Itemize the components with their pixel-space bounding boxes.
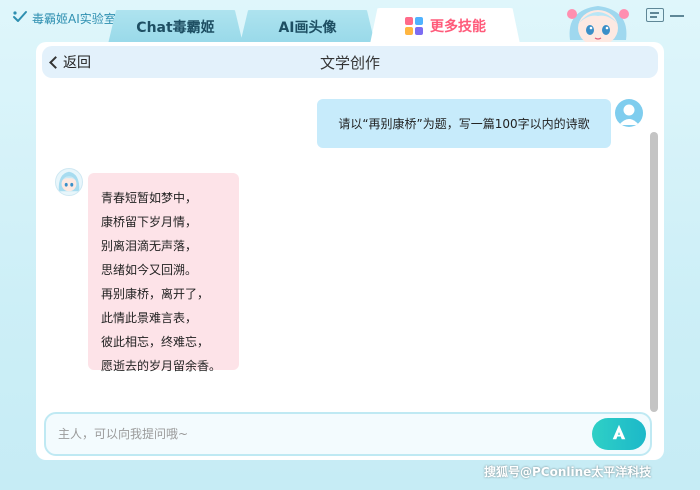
page-title: 文学创作 (319, 53, 380, 72)
tab-chat-label: Chat毒霸姬 (136, 20, 215, 36)
chat-input-box (44, 412, 652, 456)
poem-line: 思绪如今又回溯。 (101, 263, 198, 277)
back-button[interactable]: 返回 (48, 51, 91, 73)
top-bar: 毒霸姬AI实验室 Chat毒霸姬 AI画头像 更多技能 (0, 0, 700, 46)
watermark: 搜狐号@PConline太平洋科技 (484, 465, 652, 479)
poem-line: 愿逝去的岁月留余香。 (101, 359, 222, 373)
heart-check-icon (12, 9, 28, 28)
tab-more-skills-label: 更多技能 (430, 19, 486, 35)
poem-line: 别离泪滴无声落， (101, 239, 198, 253)
app-title: 毒霸姬AI实验室 (32, 11, 116, 26)
tab-more-skills[interactable]: 更多技能 (370, 8, 520, 44)
chat-input[interactable] (58, 424, 578, 444)
poem-line: 彼此相忘，终难忘， (101, 335, 210, 349)
user-avatar (615, 99, 643, 127)
poem-line: 康桥留下岁月情， (101, 215, 198, 229)
poem-line: 再别康桥，离开了， (101, 287, 210, 301)
message-icon[interactable] (646, 8, 664, 22)
chevron-left-icon (49, 55, 62, 69)
bot-message: 青春短暂如梦中， 康桥留下岁月情， 别离泪滴无声落， 思绪如今又回溯。 再别康桥… (88, 173, 239, 373)
user-message: 请以“再别康桥”为题，写一篇100字以内的诗歌 (317, 99, 611, 148)
send-button[interactable] (592, 418, 646, 450)
chat-header: 文学创作 返回 (42, 46, 658, 78)
send-a-icon (610, 423, 628, 445)
tab-ai-avatar-label: AI画头像 (278, 20, 337, 36)
poem-line: 此情此景难言表， (101, 311, 198, 325)
colorful-grid-icon (404, 16, 424, 36)
chat-panel: 文学创作 返回 请以“再别康桥”为题，写一篇100字以内的诗歌 青春短暂如梦中，… (36, 42, 664, 460)
tab-chat[interactable]: Chat毒霸姬 (108, 10, 243, 44)
minimize-icon[interactable] (670, 15, 684, 17)
user-message-text: 请以“再别康桥”为题，写一篇100字以内的诗歌 (338, 117, 590, 131)
bot-avatar (55, 168, 83, 196)
poem-line: 青春短暂如梦中， (101, 191, 198, 205)
tab-ai-avatar[interactable]: AI画头像 (240, 10, 375, 44)
chat-scrollbar[interactable] (650, 132, 658, 412)
mascot-image (562, 0, 634, 48)
app-brand: 毒霸姬AI实验室 (12, 8, 116, 28)
back-label: 返回 (63, 55, 91, 71)
